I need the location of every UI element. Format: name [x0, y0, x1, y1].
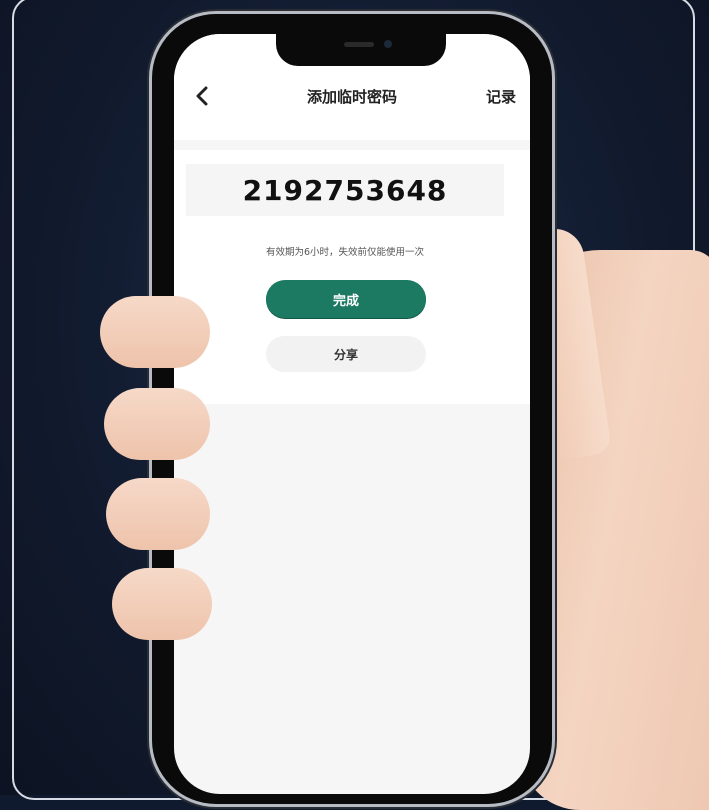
- record-link[interactable]: 记录: [486, 86, 516, 107]
- phone-device: 添加临时密码 记录 2192753648 有效期为6小时，失效前仅能使用一次 完…: [152, 14, 552, 804]
- page-title: 添加临时密码: [306, 88, 397, 106]
- chevron-left-icon[interactable]: [188, 82, 216, 110]
- front-camera: [384, 40, 392, 48]
- password-display-box: 2192753648: [186, 164, 504, 216]
- done-button[interactable]: 完成: [266, 280, 426, 318]
- hand-finger-4: [112, 568, 212, 640]
- validity-hint: 有效期为6小时，失效前仅能使用一次: [265, 247, 425, 258]
- temporary-password: 2192753648: [242, 173, 448, 207]
- hand-finger-1: [100, 296, 210, 368]
- hand-finger-2: [104, 388, 210, 460]
- share-button[interactable]: 分享: [266, 336, 426, 372]
- password-card: 2192753648 有效期为6小时，失效前仅能使用一次 完成 分享: [174, 150, 530, 404]
- phone-screen: 添加临时密码 记录 2192753648 有效期为6小时，失效前仅能使用一次 完…: [174, 34, 530, 794]
- speaker-grille: [344, 42, 374, 47]
- back-icon-glyph: [196, 86, 208, 106]
- phone-notch: [276, 34, 446, 66]
- hand-finger-3: [106, 478, 210, 550]
